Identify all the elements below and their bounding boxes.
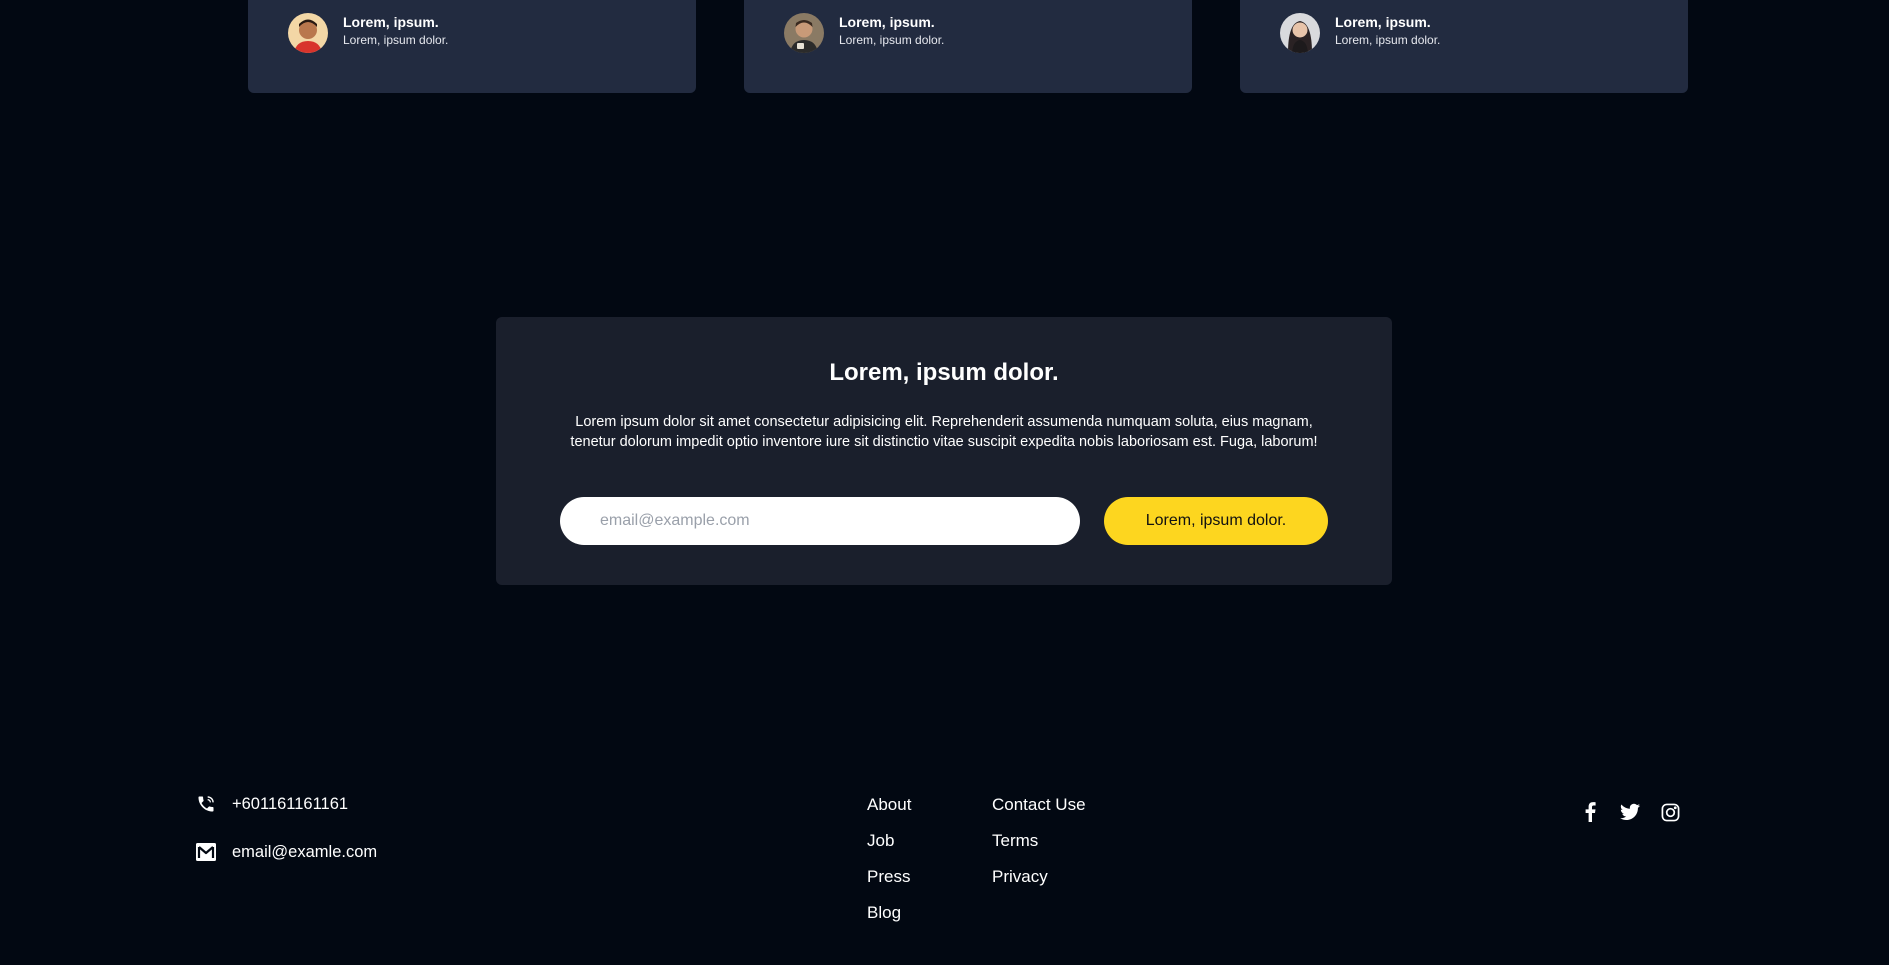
footer-link-press[interactable]: Press bbox=[867, 865, 911, 901]
testimonial-card: Lorem, ipsum. Lorem, ipsum dolor. bbox=[1240, 0, 1688, 93]
testimonial-name: Lorem, ipsum. bbox=[343, 14, 439, 30]
email-input[interactable] bbox=[560, 497, 1080, 545]
avatar bbox=[288, 13, 328, 53]
testimonial-card: Lorem, ipsum. Lorem, ipsum dolor. bbox=[744, 0, 1192, 93]
avatar bbox=[784, 13, 824, 53]
phone-number[interactable]: +601161161161 bbox=[232, 795, 348, 814]
footer-link-about[interactable]: About bbox=[867, 793, 911, 829]
footer-link-job[interactable]: Job bbox=[867, 829, 911, 865]
footer-links-column-2: Contact Use Terms Privacy bbox=[992, 793, 1086, 901]
footer-phone: +601161161161 bbox=[196, 794, 348, 814]
mail-icon bbox=[196, 842, 216, 862]
instagram-icon[interactable] bbox=[1660, 802, 1680, 822]
testimonial-name: Lorem, ipsum. bbox=[1335, 14, 1431, 30]
testimonial-name: Lorem, ipsum. bbox=[839, 14, 935, 30]
testimonial-role: Lorem, ipsum dolor. bbox=[1335, 33, 1441, 47]
footer-email: email@examle.com bbox=[196, 842, 377, 862]
twitter-icon[interactable] bbox=[1620, 802, 1640, 822]
avatar bbox=[1280, 13, 1320, 53]
facebook-icon[interactable] bbox=[1580, 802, 1600, 822]
footer-link-privacy[interactable]: Privacy bbox=[992, 865, 1086, 901]
email-address[interactable]: email@examle.com bbox=[232, 843, 377, 862]
testimonials-section: Lorem, ipsum. Lorem, ipsum dolor. Lorem,… bbox=[248, 0, 1688, 93]
newsletter-description: Lorem ipsum dolor sit amet consectetur a… bbox=[570, 414, 1318, 450]
testimonial-role: Lorem, ipsum dolor. bbox=[839, 33, 945, 47]
social-links bbox=[1580, 802, 1680, 822]
footer-link-blog[interactable]: Blog bbox=[867, 901, 911, 937]
footer-link-terms[interactable]: Terms bbox=[992, 829, 1086, 865]
footer-links-column-1: About Job Press Blog bbox=[867, 793, 911, 937]
testimonial-card: Lorem, ipsum. Lorem, ipsum dolor. bbox=[248, 0, 696, 93]
newsletter-panel: Lorem, ipsum dolor. Lorem ipsum dolor si… bbox=[496, 317, 1392, 585]
newsletter-title: Lorem, ipsum dolor. bbox=[829, 359, 1059, 386]
testimonial-role: Lorem, ipsum dolor. bbox=[343, 33, 449, 47]
footer-link-contact[interactable]: Contact Use bbox=[992, 793, 1086, 829]
subscribe-button[interactable]: Lorem, ipsum dolor. bbox=[1104, 497, 1328, 545]
phone-icon bbox=[196, 794, 216, 814]
